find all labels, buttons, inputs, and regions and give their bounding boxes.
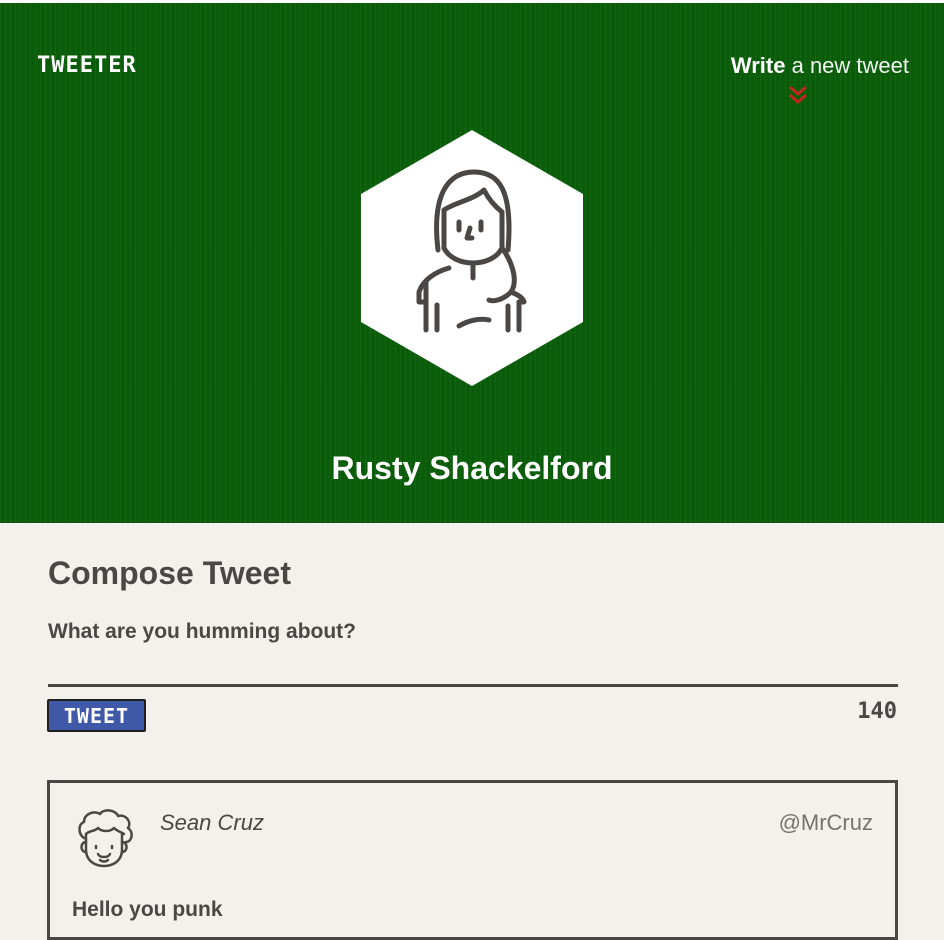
tweet-author-name: Sean Cruz xyxy=(160,810,264,835)
tweet-button[interactable]: TWEET xyxy=(47,699,146,732)
tweet-input[interactable] xyxy=(48,620,898,687)
tweet-author-handle[interactable]: @MrCruz xyxy=(779,810,873,836)
double-chevron-down-icon[interactable] xyxy=(787,84,809,106)
profile-name: Rusty Shackelford xyxy=(331,450,613,486)
write-new-tweet-toggle[interactable]: Write a new tweet xyxy=(709,53,909,109)
profile-header: TWEETER Write a new tweet Rusty Shackelf… xyxy=(0,3,944,523)
tweet-card: Sean Cruz @MrCruz Hello you punk xyxy=(47,780,898,940)
woman-avatar-icon xyxy=(361,130,583,386)
tweet-text: Hello you punk xyxy=(72,898,223,921)
char-counter: 140 xyxy=(857,699,897,724)
compose-toggle-strong: Write xyxy=(730,53,786,78)
compose-toggle-light: a new tweet xyxy=(791,53,909,78)
app-logo[interactable]: TWEETER xyxy=(37,53,137,78)
compose-title: Compose Tweet xyxy=(48,555,291,591)
curly-haired-man-avatar-icon xyxy=(78,809,133,868)
